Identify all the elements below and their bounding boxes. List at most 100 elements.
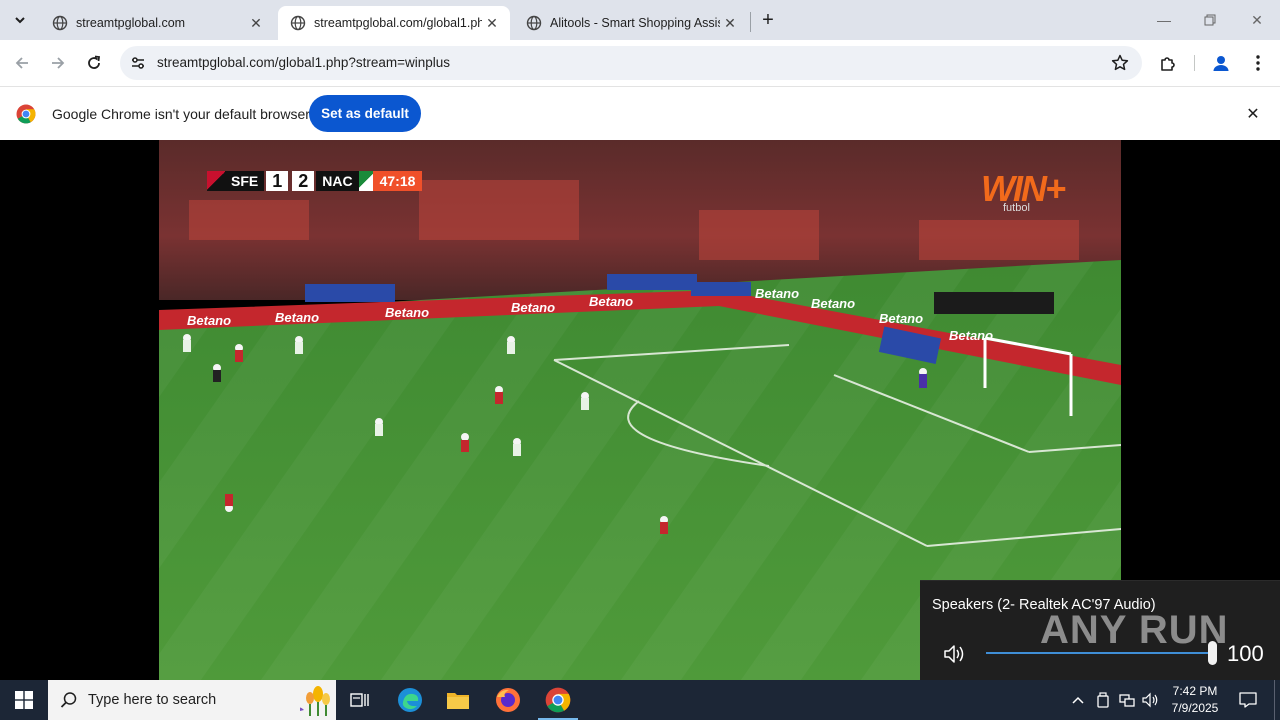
puzzle-icon [1161, 57, 1175, 71]
speaker-icon[interactable] [942, 641, 968, 667]
bookmark-star-icon[interactable] [1110, 53, 1130, 73]
svg-text:Betano: Betano [879, 311, 923, 326]
chrome-logo-icon [16, 104, 36, 124]
usb-drive-icon [1097, 692, 1109, 708]
search-placeholder: Type here to search [88, 692, 217, 708]
tab-separator [750, 12, 751, 32]
arrow-right-icon [52, 57, 65, 69]
reload-button[interactable] [79, 48, 109, 78]
svg-text:Betano: Betano [511, 300, 555, 315]
url-text[interactable]: streamtpglobal.com/global1.php?stream=wi… [157, 55, 450, 70]
close-icon: ✕ [1246, 106, 1260, 123]
home-flag [207, 171, 225, 191]
chevron-up-icon [1072, 696, 1084, 704]
broadcaster-sub: futbol [1003, 202, 1030, 214]
show-desktop-button[interactable] [1274, 680, 1280, 720]
volume-tray-button[interactable] [1140, 680, 1162, 720]
close-infobar-button[interactable]: ✕ [1243, 104, 1263, 124]
close-window-button[interactable]: ✕ [1234, 0, 1280, 40]
volume-flyout: Speakers (2- Realtek AC'97 Audio) 100 [920, 580, 1280, 680]
away-flag [358, 171, 373, 191]
folder-icon [447, 693, 469, 709]
new-tab-button[interactable]: + [756, 8, 780, 32]
globe-icon [290, 15, 306, 31]
broadcaster-logo: WIN+ futbol [981, 168, 1066, 214]
match-clock: 47:18 [372, 171, 423, 191]
svg-text:Betano: Betano [589, 294, 633, 309]
away-score: 2 [292, 171, 315, 191]
tab-2[interactable]: streamtpglobal.com/global1.php ✕ [278, 6, 510, 40]
svg-text:Betano: Betano [385, 305, 429, 320]
profile-button[interactable] [1206, 48, 1236, 78]
chevron-down-icon [15, 17, 25, 24]
speaker-icon [1142, 692, 1158, 708]
task-view-button[interactable] [336, 680, 384, 720]
restore-icon [1204, 14, 1216, 26]
chrome-taskbar-button[interactable] [534, 680, 582, 720]
minimize-icon: — [1157, 12, 1171, 28]
scoreboard: SFE 1 2 NAC 47:18 [207, 171, 423, 191]
search-icon [60, 692, 77, 708]
address-bar[interactable]: streamtpglobal.com/global1.php?stream=wi… [120, 46, 1142, 80]
volume-slider-thumb[interactable] [1208, 641, 1217, 665]
taskbar-clock[interactable]: 7:42 PM 7/9/2025 [1164, 683, 1226, 717]
tab-title: streamtpglobal.com [76, 16, 186, 30]
home-score: 1 [266, 171, 289, 191]
menu-button[interactable] [1243, 48, 1273, 78]
forward-button[interactable] [43, 48, 73, 78]
search-highlight-flowers-icon [300, 686, 330, 716]
notification-icon [1239, 692, 1257, 708]
globe-icon [52, 15, 68, 31]
tune-icon [132, 57, 144, 69]
chrome-icon [545, 687, 571, 713]
infobar-message: Google Chrome isn't your default browser [52, 106, 310, 122]
start-button[interactable] [0, 680, 48, 720]
tab-search-button[interactable] [8, 8, 32, 32]
task-view-icon [350, 693, 369, 707]
network-tray-button[interactable] [1116, 680, 1138, 720]
device-tray-button[interactable] [1092, 680, 1114, 720]
svg-text:Betano: Betano [949, 328, 993, 343]
close-icon[interactable]: ✕ [482, 13, 502, 33]
arrow-left-icon [15, 57, 28, 69]
extensions-button[interactable] [1153, 48, 1183, 78]
file-explorer-taskbar-button[interactable] [434, 680, 482, 720]
browser-toolbar: streamtpglobal.com/global1.php?stream=wi… [0, 40, 1280, 86]
volume-level: 100 [1227, 641, 1264, 666]
plus-icon: + [762, 8, 774, 31]
home-team: SFE [225, 171, 265, 191]
tab-title: Alitools - Smart Shopping Assist [550, 16, 720, 30]
restore-button[interactable] [1187, 0, 1233, 40]
clock-time: 7:42 PM [1172, 684, 1218, 698]
tab-strip: streamtpglobal.com ✕ streamtpglobal.com/… [0, 0, 1280, 40]
close-icon[interactable]: ✕ [720, 13, 740, 33]
firefox-icon [496, 688, 520, 712]
minimize-button[interactable]: — [1141, 0, 1187, 40]
taskbar: Type here to search 7:42 PM 7/9/2025 [0, 680, 1280, 720]
svg-text:Betano: Betano [187, 313, 231, 328]
close-icon[interactable]: ✕ [246, 13, 266, 33]
svg-text:Betano: Betano [275, 310, 319, 325]
globe-icon [526, 15, 542, 31]
avatar-icon [1213, 56, 1229, 71]
action-center-button[interactable] [1232, 680, 1264, 720]
svg-text:Betano: Betano [811, 296, 855, 311]
audio-device-name[interactable]: Speakers (2- Realtek AC'97 Audio) [932, 597, 1156, 613]
close-icon: ✕ [1251, 11, 1263, 28]
more-vert-icon [1256, 55, 1260, 71]
tab-3[interactable]: Alitools - Smart Shopping Assist ✕ [514, 6, 748, 40]
edge-taskbar-button[interactable] [386, 680, 434, 720]
clock-date: 7/9/2025 [1171, 701, 1219, 715]
show-hidden-icons-button[interactable] [1068, 680, 1088, 720]
set-as-default-button[interactable]: Set as default [309, 95, 421, 132]
firefox-taskbar-button[interactable] [484, 680, 532, 720]
back-button[interactable] [7, 48, 37, 78]
site-info-button[interactable] [126, 51, 150, 75]
volume-slider-track[interactable] [986, 652, 1212, 654]
tab-title: streamtpglobal.com/global1.php [314, 16, 482, 30]
taskbar-search[interactable]: Type here to search [48, 680, 336, 720]
tab-1[interactable]: streamtpglobal.com ✕ [40, 6, 274, 40]
away-team: NAC [316, 171, 359, 191]
default-browser-infobar: Google Chrome isn't your default browser… [0, 86, 1280, 140]
toolbar-divider [1194, 55, 1195, 71]
